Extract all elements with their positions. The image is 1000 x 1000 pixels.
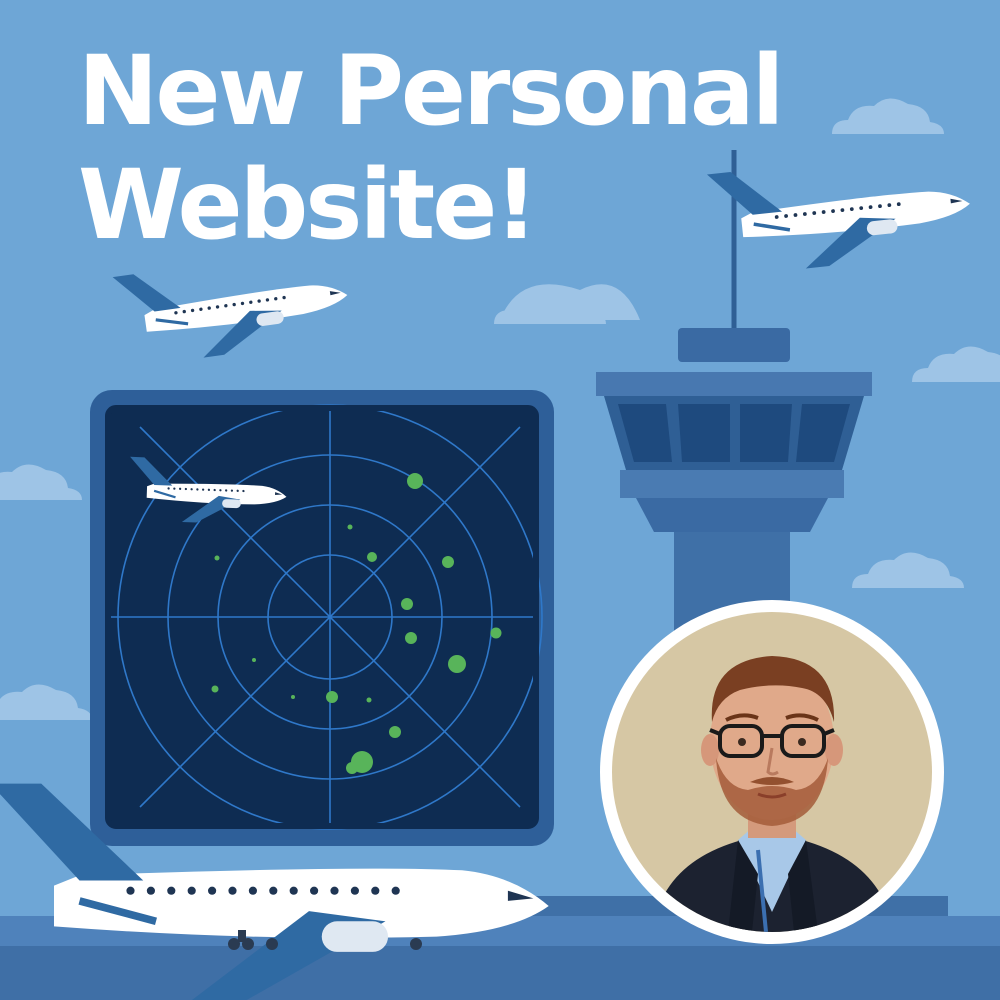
headline-line-1: New Personal <box>78 35 784 147</box>
promo-graphic: New Personal Website! <box>0 0 1000 1000</box>
headline-line-2: Website! <box>78 149 538 261</box>
headline: New Personal Website! <box>78 34 784 262</box>
avatar <box>612 612 932 932</box>
profile-photo <box>600 600 944 944</box>
radar-icon <box>90 390 554 846</box>
